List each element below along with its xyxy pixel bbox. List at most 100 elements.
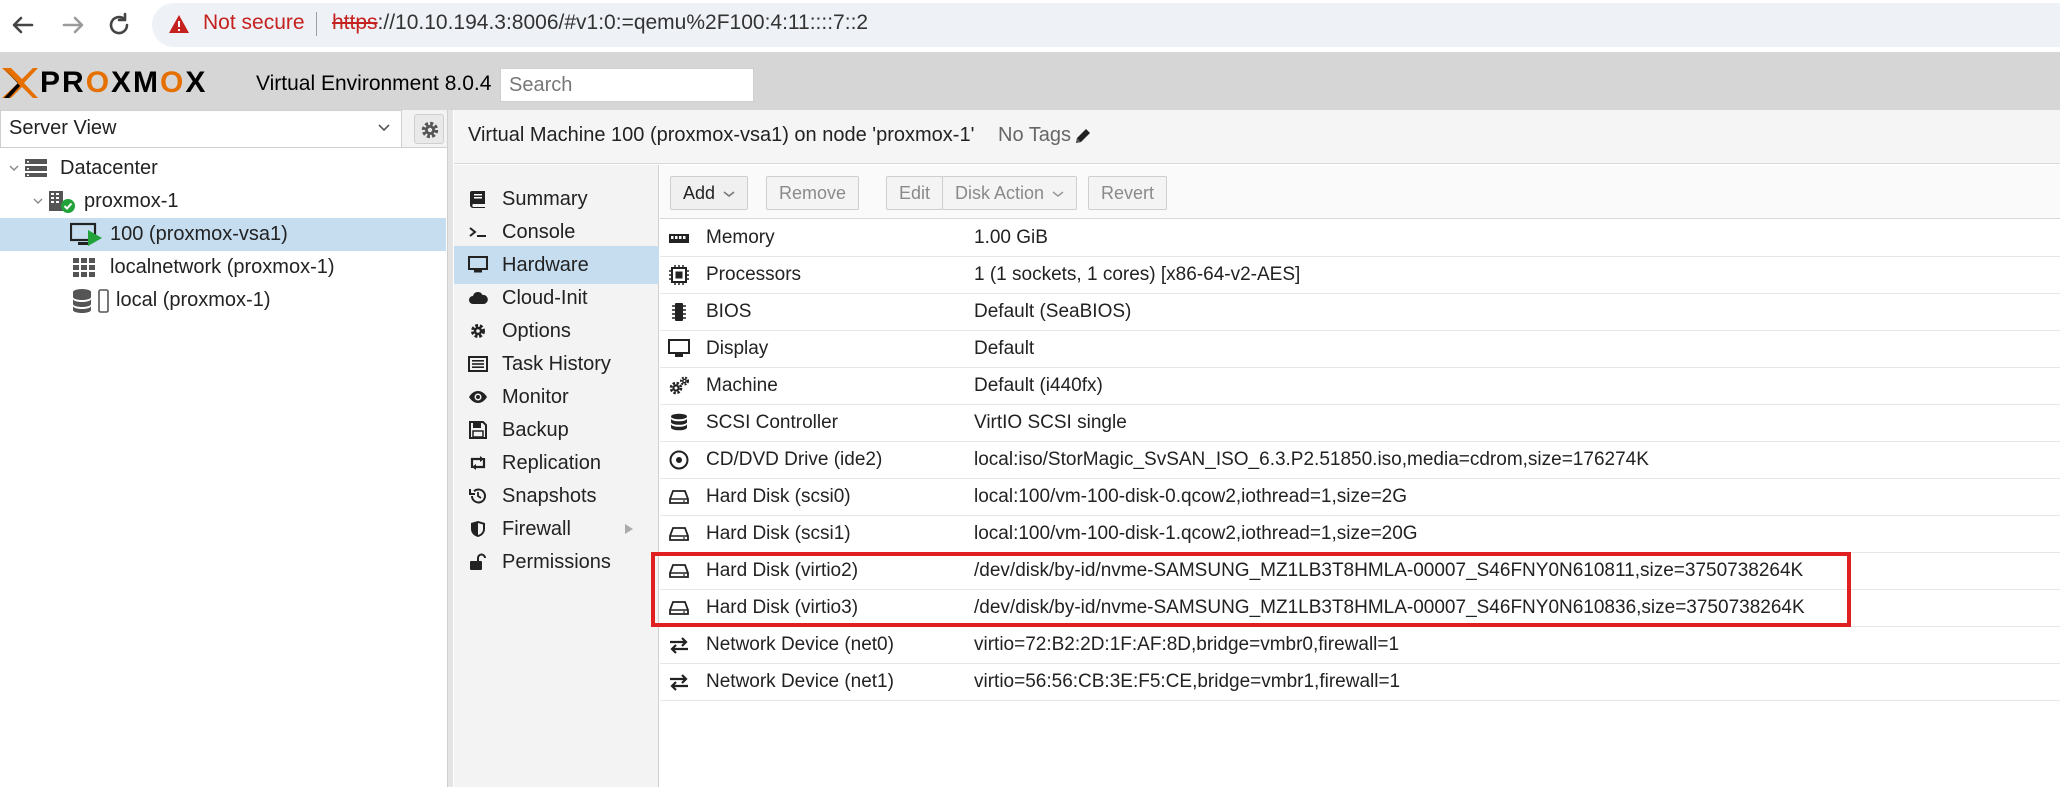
- vm-menu: Summary Console Hardware Cloud-Init Opti…: [454, 165, 659, 787]
- vm-running-icon: [70, 222, 102, 246]
- hw-value: local:100/vm-100-disk-1.qcow2,iothread=1…: [974, 523, 1418, 544]
- tree-node-label: localnetwork (proxmox-1): [110, 256, 335, 278]
- hw-name: Hard Disk (scsi0): [706, 486, 851, 507]
- hw-row-memory[interactable]: Memory 1.00 GiB: [660, 220, 2060, 257]
- hw-name: Network Device (net0): [706, 634, 894, 655]
- hw-row-bios[interactable]: BIOS Default (SeaBIOS): [660, 294, 2060, 331]
- search-input[interactable]: [500, 68, 754, 102]
- network-grid-icon: [73, 258, 95, 277]
- page-title: Virtual Machine 100 (proxmox-vsa1) on no…: [468, 124, 975, 146]
- hw-value: local:iso/StorMagic_SvSAN_ISO_6.3.P2.518…: [974, 449, 1649, 470]
- tags-label: No Tags: [998, 124, 1072, 146]
- exchange-icon: [670, 637, 688, 654]
- pencil-icon[interactable]: [1074, 127, 1092, 145]
- retweet-icon: [470, 456, 486, 470]
- url-scheme: https: [332, 11, 378, 34]
- node-online-icon: [49, 191, 75, 213]
- history-icon: [469, 488, 486, 504]
- tree-node-proxmox-1[interactable]: proxmox-1: [0, 185, 446, 218]
- floppy-disk-icon: [469, 421, 487, 439]
- tree-node-local-storage[interactable]: local (proxmox-1): [0, 284, 446, 317]
- hw-row-machine[interactable]: Machine Default (i440fx): [660, 368, 2060, 405]
- tree-node-label: 100 (proxmox-vsa1): [110, 223, 288, 245]
- chip-icon: [672, 303, 686, 321]
- hard-drive-icon: [669, 601, 689, 615]
- hw-row-hard-disk-scsi1[interactable]: Hard Disk (scsi1) local:100/vm-100-disk-…: [660, 516, 2060, 553]
- forward-button[interactable]: [58, 10, 88, 40]
- datacenter-icon: [25, 159, 47, 177]
- revert-button-label: Revert: [1101, 183, 1155, 203]
- logo-part: O: [160, 66, 186, 99]
- remove-button[interactable]: Remove: [766, 176, 860, 210]
- hw-row-hard-disk-scsi0[interactable]: Hard Disk (scsi0) local:100/vm-100-disk-…: [660, 479, 2060, 516]
- hw-row-scsi-controller[interactable]: SCSI Controller VirtIO SCSI single: [660, 405, 2060, 442]
- gear-icon: [471, 324, 485, 338]
- revert-button[interactable]: Revert: [1088, 176, 1168, 210]
- disk-action-button[interactable]: Disk Action: [942, 176, 1078, 210]
- logo-part: X: [185, 66, 208, 99]
- unlock-icon: [470, 553, 486, 570]
- book-icon: [470, 191, 485, 208]
- tree-node-datacenter[interactable]: Datacenter: [0, 152, 446, 185]
- arrow-right-icon: [62, 16, 84, 34]
- chevron-down-icon: [33, 198, 43, 204]
- warning-icon: [169, 15, 189, 33]
- security-status[interactable]: Not secure: [203, 11, 305, 35]
- address-separator: [316, 12, 317, 36]
- hw-name: Display: [706, 338, 769, 359]
- hw-name: Hard Disk (virtio3): [706, 597, 859, 618]
- hw-row-hard-disk-virtio3[interactable]: Hard Disk (virtio3) /dev/disk/by-id/nvme…: [660, 590, 2060, 627]
- browser-toolbar: Not secure https://10.10.194.3:8006/#v1:…: [0, 0, 2060, 50]
- tree-node-localnetwork[interactable]: localnetwork (proxmox-1): [0, 251, 446, 284]
- proxmox-logo-text: PROXMOX: [40, 66, 207, 100]
- add-button[interactable]: Add: [670, 176, 749, 210]
- hw-row-processors[interactable]: Processors 1 (1 sockets, 1 cores) [x86-6…: [660, 257, 2060, 294]
- hw-row-network-net1[interactable]: Network Device (net1) virtio=56:56:CB:3E…: [660, 664, 2060, 701]
- desktop-icon: [668, 339, 690, 357]
- menu-item-permissions[interactable]: Permissions: [454, 543, 659, 581]
- tree-node-label: proxmox-1: [84, 190, 179, 212]
- server-view-select[interactable]: Server View: [0, 110, 402, 148]
- hardware-toolbar: Add Remove Edit Disk Action Revert: [660, 165, 2060, 219]
- hw-value: Default: [974, 338, 1035, 359]
- hw-name: Network Device (net1): [706, 671, 894, 692]
- logo-part: PR: [40, 66, 86, 99]
- reload-button[interactable]: [104, 10, 134, 40]
- tree-node-label: local (proxmox-1): [116, 289, 271, 311]
- gear-icon: [421, 121, 439, 139]
- eye-icon: [469, 391, 487, 403]
- url-path: ://10.10.194.3:8006/#v1:0:=qemu%2F100:4:…: [377, 11, 869, 34]
- hw-value: local:100/vm-100-disk-0.qcow2,iothread=1…: [974, 486, 1408, 507]
- remove-button-label: Remove: [779, 183, 847, 203]
- hw-name: SCSI Controller: [706, 412, 838, 433]
- edit-button[interactable]: Edit: [886, 176, 944, 210]
- hw-row-cdrom[interactable]: CD/DVD Drive (ide2) local:iso/StorMagic_…: [660, 442, 2060, 479]
- hw-row-network-net0[interactable]: Network Device (net0) virtio=72:B2:2D:1F…: [660, 627, 2060, 664]
- tree-settings-button[interactable]: [414, 114, 444, 144]
- hard-drive-icon: [669, 564, 689, 578]
- app-header: PROXMOX Virtual Environment 8.0.4: [0, 52, 2060, 110]
- back-button[interactable]: [8, 10, 38, 40]
- add-button-label: Add: [683, 183, 716, 203]
- cloud-icon: [469, 291, 488, 304]
- view-bar: Server View: [0, 110, 452, 148]
- hw-row-display[interactable]: Display Default: [660, 331, 2060, 368]
- hw-value: VirtIO SCSI single: [974, 412, 1127, 433]
- database-icon: [671, 413, 687, 431]
- hw-row-hard-disk-virtio2[interactable]: Hard Disk (virtio2) /dev/disk/by-id/nvme…: [660, 553, 2060, 590]
- disk-action-button-label: Disk Action: [955, 183, 1045, 203]
- hw-value: virtio=56:56:CB:3E:F5:CE,bridge=vmbr1,fi…: [974, 671, 1401, 692]
- hw-value: Default (SeaBIOS): [974, 301, 1132, 322]
- hw-value: /dev/disk/by-id/nvme-SAMSUNG_MZ1LB3T8HML…: [974, 597, 1805, 618]
- chevron-down-icon: [1052, 191, 1064, 198]
- hard-drive-icon: [669, 490, 689, 504]
- resource-tree: Server View Datacenter proxmox-1 100 (pr…: [0, 110, 452, 787]
- tree-node-vm-100[interactable]: 100 (proxmox-vsa1): [0, 218, 446, 251]
- shield-icon: [471, 521, 485, 537]
- list-icon: [468, 356, 488, 372]
- logo-part: O: [85, 66, 112, 99]
- hw-name: Machine: [706, 375, 778, 396]
- hw-value: Default (i440fx): [974, 375, 1103, 396]
- url-text[interactable]: https://10.10.194.3:8006/#v1:0:=qemu%2F1…: [332, 11, 868, 35]
- panel-splitter[interactable]: [447, 110, 453, 787]
